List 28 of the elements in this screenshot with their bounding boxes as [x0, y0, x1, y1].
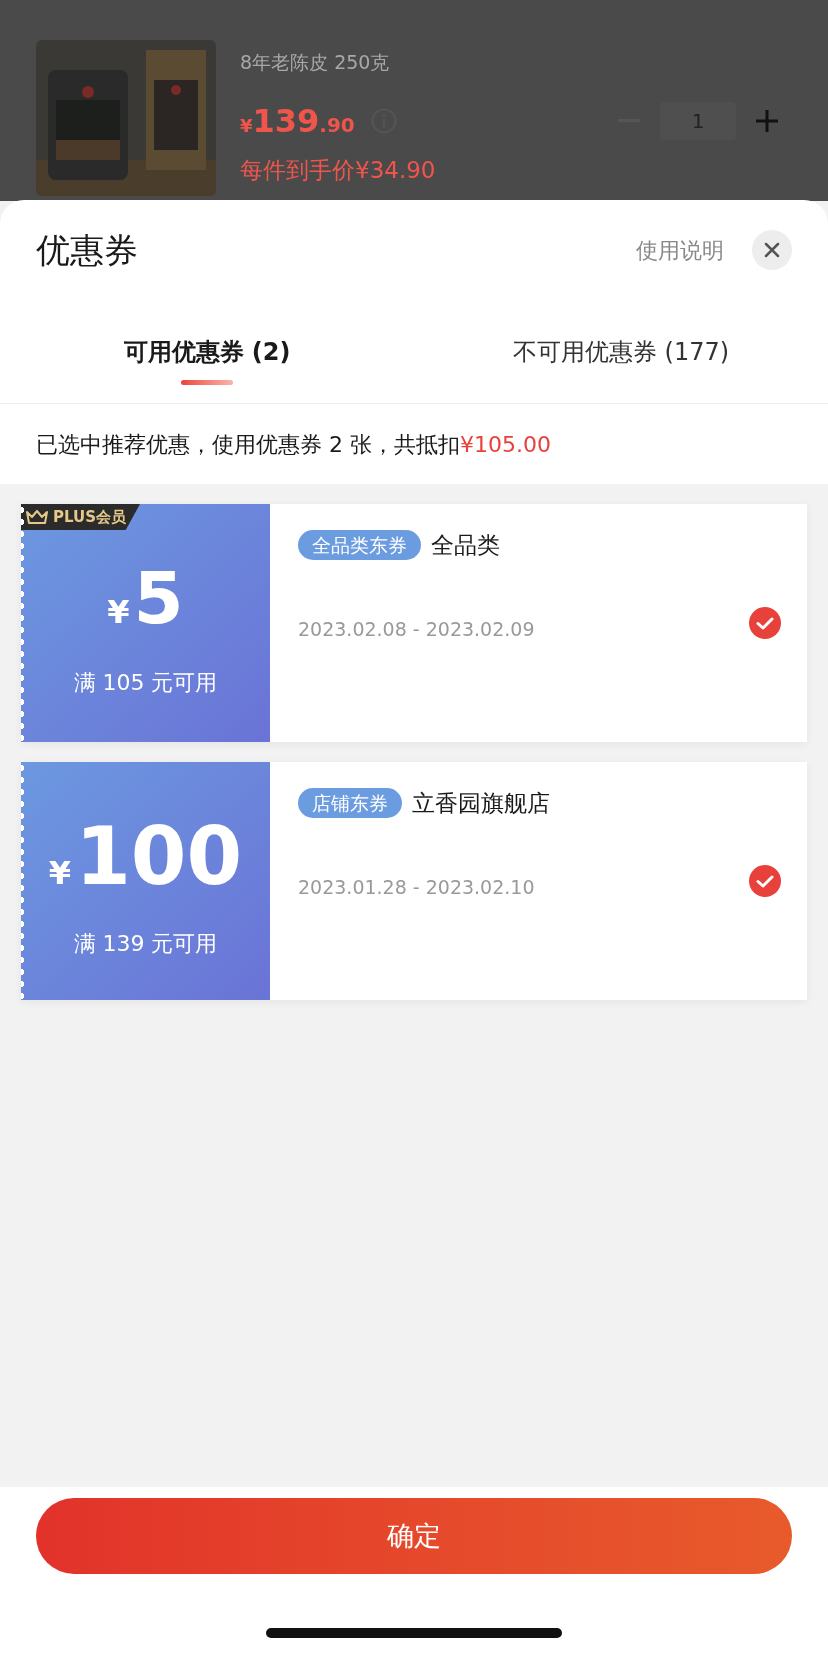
tab[interactable]: 可用优惠券 (2) — [0, 300, 414, 403]
coupon-amount: ¥100 — [48, 816, 243, 897]
close-button[interactable] — [752, 230, 792, 270]
per-item-price: 每件到手价¥34.90 — [240, 155, 437, 185]
coupon-tag: 店铺东券 — [298, 788, 402, 819]
coupon-condition: 满 139 元可用 — [73, 929, 218, 958]
checked-icon[interactable] — [749, 865, 781, 897]
help-link[interactable]: 使用说明 — [636, 233, 724, 267]
coupon-validity: 2023.01.28 - 2023.02.10 — [298, 874, 536, 900]
confirm-button[interactable]: 确定 — [36, 1498, 792, 1574]
product-price: ¥139.90 — [240, 100, 355, 142]
member-badge: PLUS会员 — [21, 504, 140, 530]
crown-icon — [25, 509, 49, 525]
coupon-card[interactable]: ¥100 满 139 元可用 店铺东券 立香园旗舰店 2023.01.28 - 2023.02.10 — [21, 762, 807, 1000]
coupon-card[interactable]: PLUS会员 ¥5 满 105 元可用 全品类东券 全品类 2023.02.08 - 2023.02.09 — [21, 504, 807, 742]
coupon-scope: 立香园旗舰店 — [412, 789, 550, 818]
checked-icon[interactable] — [749, 607, 781, 639]
coupon-scope: 全品类 — [431, 531, 500, 560]
coupon-condition: 满 105 元可用 — [73, 668, 218, 697]
coupon-amount: ¥5 — [107, 561, 184, 636]
coupon-tag: 全品类东券 — [298, 530, 421, 561]
close-icon — [764, 242, 780, 258]
coupon-validity: 2023.02.08 - 2023.02.09 — [298, 616, 536, 642]
sheet-title: 优惠券 — [36, 228, 139, 272]
tab[interactable]: 不可用优惠券 (177) — [414, 300, 828, 403]
plus-icon[interactable] — [756, 109, 778, 132]
summary-text: 已选中推荐优惠，使用优惠券 2 张，共抵扣¥105.00 — [36, 430, 551, 459]
product-spec: 8年老陈皮 250克 — [240, 50, 391, 75]
